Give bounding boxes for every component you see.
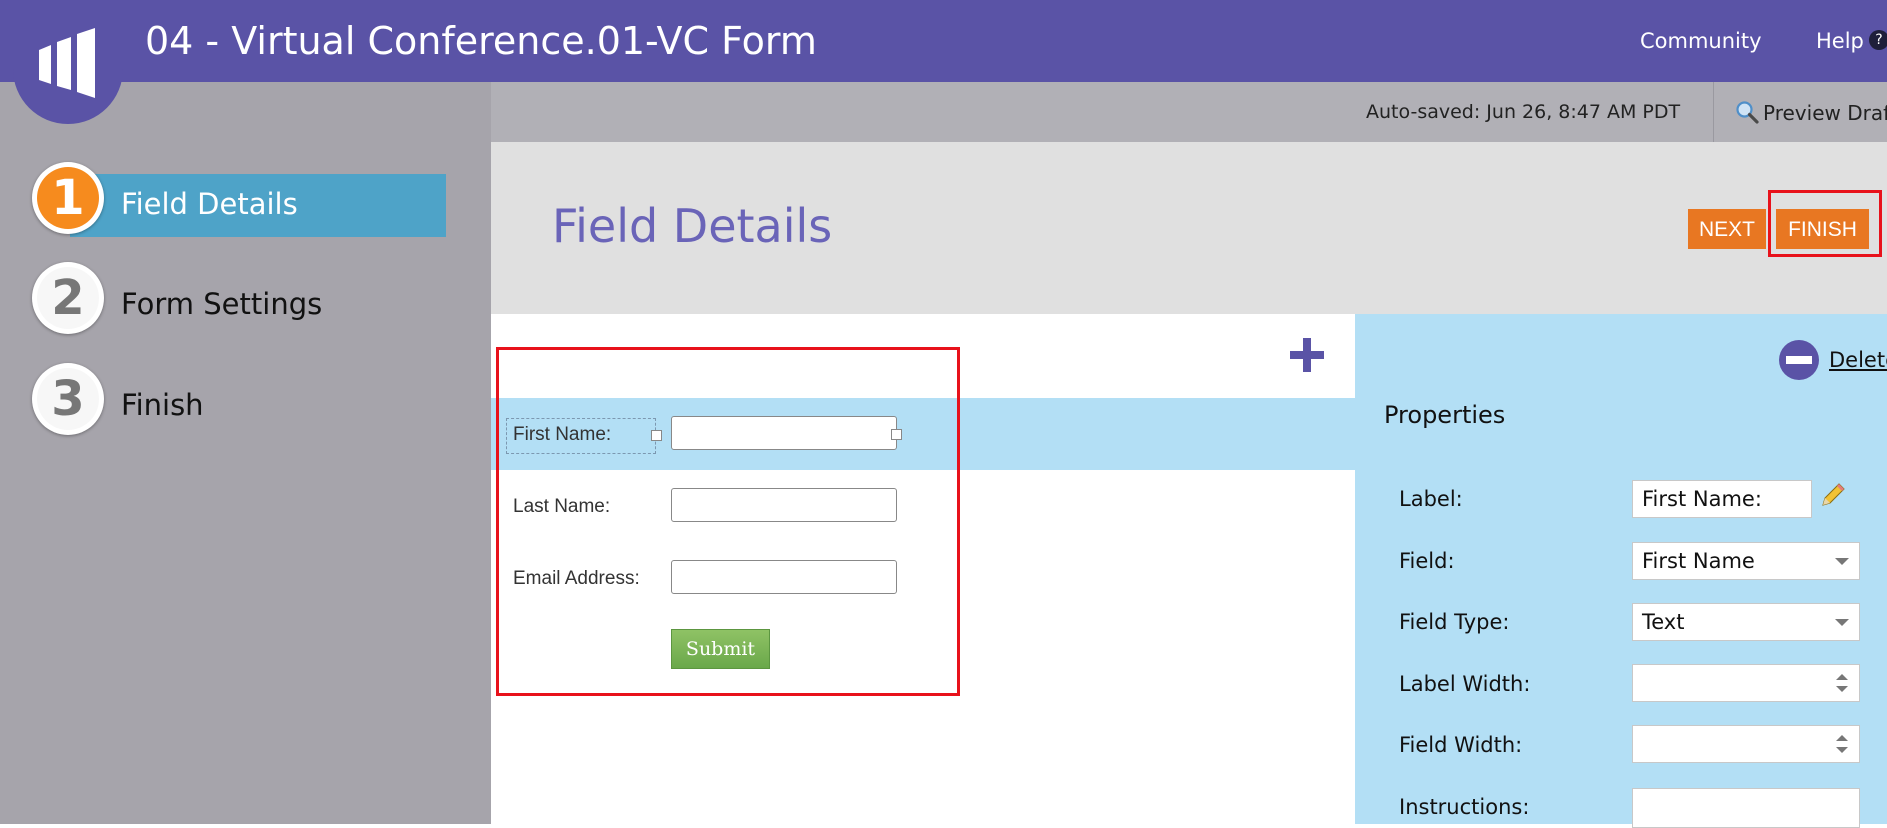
wizard-sidebar: 1 Field Details 2 Form Settings 3 Finish — [0, 82, 491, 824]
prop-label: Field: — [1399, 549, 1455, 573]
instructions-input[interactable] — [1632, 788, 1860, 828]
field-select-value: First Name — [1642, 549, 1755, 573]
step-label: Finish — [121, 388, 204, 422]
step-number-badge: 3 — [32, 363, 104, 435]
prop-label: Field Type: — [1399, 610, 1510, 634]
preview-draft-button[interactable]: Preview Draft — [1735, 100, 1887, 125]
properties-title: Properties — [1384, 401, 1506, 429]
field-type-value: Text — [1642, 610, 1685, 634]
app-title: 04 - Virtual Conference.01-VC Form — [145, 19, 817, 63]
spinner-down-icon[interactable] — [1836, 686, 1848, 692]
step-field-details[interactable]: 1 Field Details — [0, 162, 491, 238]
page-header: Field Details NEXT FINISH — [491, 142, 1887, 314]
prop-label: Label: — [1399, 487, 1463, 511]
prop-label: Field Width: — [1399, 733, 1523, 757]
help-link[interactable]: Help — [1816, 28, 1864, 54]
label-input[interactable]: First Name: — [1632, 480, 1812, 518]
form-highlight-box — [496, 347, 960, 696]
top-bar: 04 - Virtual Conference.01-VC Form Commu… — [0, 0, 1887, 82]
dropdown-caret-icon — [1835, 619, 1849, 626]
magnifier-icon — [1736, 101, 1759, 124]
step-finish[interactable]: 3 Finish — [0, 363, 491, 439]
field-width-stepper[interactable] — [1632, 725, 1860, 763]
status-bar: Auto-saved: Jun 26, 8:47 AM PDT Preview … — [491, 82, 1887, 142]
finish-highlight-box — [1768, 190, 1882, 257]
step-form-settings[interactable]: 2 Form Settings — [0, 262, 491, 338]
step-label: Form Settings — [121, 287, 323, 321]
spinner-up-icon[interactable] — [1836, 735, 1848, 741]
divider — [1713, 82, 1714, 142]
step-number-badge: 2 — [32, 262, 104, 334]
pencil-icon[interactable] — [1819, 481, 1847, 509]
spinner-down-icon[interactable] — [1836, 747, 1848, 753]
step-number: 3 — [37, 368, 99, 430]
delete-minus-icon[interactable] — [1777, 338, 1821, 382]
step-number: 1 — [37, 167, 99, 229]
field-type-select[interactable]: Text — [1632, 603, 1860, 641]
step-label: Field Details — [121, 187, 298, 221]
prop-label: Label Width: — [1399, 672, 1531, 696]
label-width-stepper[interactable] — [1632, 664, 1860, 702]
dropdown-caret-icon — [1835, 558, 1849, 565]
preview-draft-label: Preview Draft — [1763, 101, 1887, 125]
next-button[interactable]: NEXT — [1688, 209, 1766, 249]
properties-panel: Delete Properties Label: First Name: Fie… — [1355, 314, 1887, 828]
step-number: 2 — [37, 267, 99, 329]
marketo-logo-icon[interactable] — [13, 0, 123, 124]
help-icon[interactable]: ? — [1869, 30, 1887, 50]
autosave-status: Auto-saved: Jun 26, 8:47 AM PDT — [1366, 101, 1681, 123]
page-title: Field Details — [552, 199, 833, 253]
add-icon[interactable] — [1288, 336, 1326, 374]
community-link[interactable]: Community — [1640, 28, 1762, 54]
step-number-badge: 1 — [32, 162, 104, 234]
delete-link[interactable]: Delete — [1829, 348, 1887, 372]
prop-label: Instructions: — [1399, 795, 1530, 819]
spinner-up-icon[interactable] — [1836, 674, 1848, 680]
field-select[interactable]: First Name — [1632, 542, 1860, 580]
